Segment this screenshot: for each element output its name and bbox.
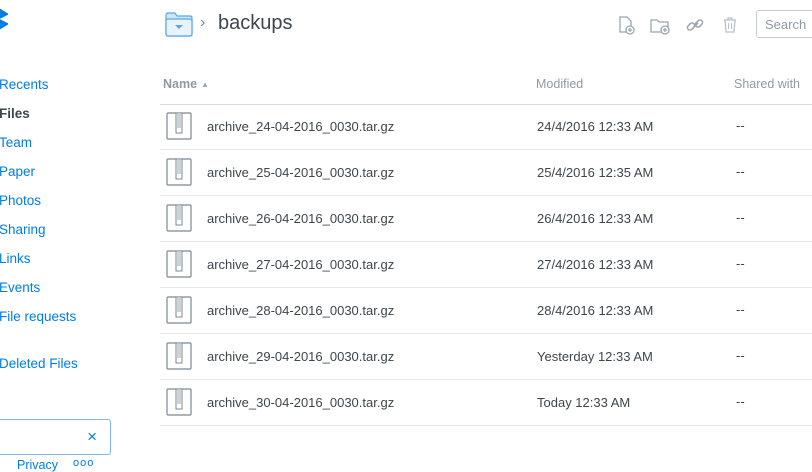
search-input[interactable] — [756, 10, 812, 38]
file-shared-with: -- — [736, 256, 745, 271]
file-modified: Today 12:33 AM — [537, 395, 631, 410]
sidebar-item-file-requests[interactable]: File requests — [0, 308, 76, 326]
file-name[interactable]: archive_28-04-2016_0030.tar.gz — [207, 303, 394, 318]
folder-icon[interactable] — [165, 11, 193, 37]
file-name[interactable]: archive_26-04-2016_0030.tar.gz — [207, 211, 394, 226]
sidebar-item-links[interactable]: Links — [0, 250, 31, 268]
close-icon[interactable]: × — [87, 428, 97, 446]
sidebar-item-photos[interactable]: Photos — [0, 192, 41, 210]
zip-file-icon — [166, 296, 192, 324]
dropbox-logo-icon[interactable] — [0, 8, 8, 30]
new-file-icon[interactable] — [616, 15, 636, 35]
table-row[interactable]: archive_29-04-2016_0030.tar.gz Yesterday… — [160, 334, 812, 380]
file-modified: 25/4/2016 12:35 AM — [537, 165, 654, 180]
file-modified: 28/4/2016 12:33 AM — [537, 303, 654, 318]
trash-icon[interactable] — [720, 15, 740, 35]
sidebar-item-recents[interactable]: Recents — [0, 76, 49, 94]
file-shared-with: -- — [736, 164, 745, 179]
table-header: Name ▲ Modified Shared with — [160, 72, 812, 105]
privacy-link[interactable]: Privacy — [17, 458, 58, 472]
file-name[interactable]: archive_24-04-2016_0030.tar.gz — [207, 119, 394, 134]
table-row[interactable]: archive_27-04-2016_0030.tar.gz 27/4/2016… — [160, 242, 812, 288]
column-header-shared-with[interactable]: Shared with — [734, 77, 800, 91]
column-header-name[interactable]: Name ▲ — [163, 77, 209, 91]
table-row[interactable]: archive_28-04-2016_0030.tar.gz 28/4/2016… — [160, 288, 812, 334]
file-modified: Yesterday 12:33 AM — [537, 349, 653, 364]
zip-file-icon — [166, 388, 192, 416]
sidebar-item-files[interactable]: Files — [0, 105, 30, 123]
file-shared-with: -- — [736, 394, 745, 409]
zip-file-icon — [166, 112, 192, 140]
page-title: backups — [218, 12, 293, 34]
file-name[interactable]: archive_29-04-2016_0030.tar.gz — [207, 349, 394, 364]
breadcrumb-chevron-icon: › — [200, 14, 206, 31]
new-folder-icon[interactable] — [650, 15, 670, 35]
share-link-icon[interactable] — [685, 15, 705, 35]
sidebar-item-paper[interactable]: Paper — [0, 163, 35, 181]
file-name[interactable]: archive_27-04-2016_0030.tar.gz — [207, 257, 394, 272]
file-name[interactable]: archive_30-04-2016_0030.tar.gz — [207, 395, 394, 410]
table-row[interactable]: archive_25-04-2016_0030.tar.gz 25/4/2016… — [160, 150, 812, 196]
more-options-icon[interactable]: ooo — [73, 457, 94, 469]
file-shared-with: -- — [736, 210, 745, 225]
sidebar-item-sharing[interactable]: Sharing — [0, 221, 46, 239]
zip-file-icon — [166, 158, 192, 186]
table-row[interactable]: archive_24-04-2016_0030.tar.gz 24/4/2016… — [160, 104, 812, 150]
sidebar-item-events[interactable]: Events — [0, 279, 40, 297]
file-shared-with: -- — [736, 302, 745, 317]
file-modified: 24/4/2016 12:33 AM — [537, 119, 654, 134]
notification-panel: × — [0, 419, 111, 455]
table-row[interactable]: archive_30-04-2016_0030.tar.gz Today 12:… — [160, 380, 812, 426]
sidebar-item-deleted-files[interactable]: Deleted Files — [0, 355, 78, 373]
sidebar-item-team[interactable]: Team — [0, 134, 32, 152]
file-shared-with: -- — [736, 348, 745, 363]
file-modified: 27/4/2016 12:33 AM — [537, 257, 654, 272]
zip-file-icon — [166, 342, 192, 370]
column-header-name-label: Name — [163, 77, 198, 91]
file-shared-with: -- — [736, 118, 745, 133]
sort-ascending-icon: ▲ — [201, 80, 209, 89]
file-modified: 26/4/2016 12:33 AM — [537, 211, 654, 226]
table-row[interactable]: archive_26-04-2016_0030.tar.gz 26/4/2016… — [160, 196, 812, 242]
zip-file-icon — [166, 204, 192, 232]
file-name[interactable]: archive_25-04-2016_0030.tar.gz — [207, 165, 394, 180]
zip-file-icon — [166, 250, 192, 278]
column-header-modified[interactable]: Modified — [536, 77, 583, 91]
